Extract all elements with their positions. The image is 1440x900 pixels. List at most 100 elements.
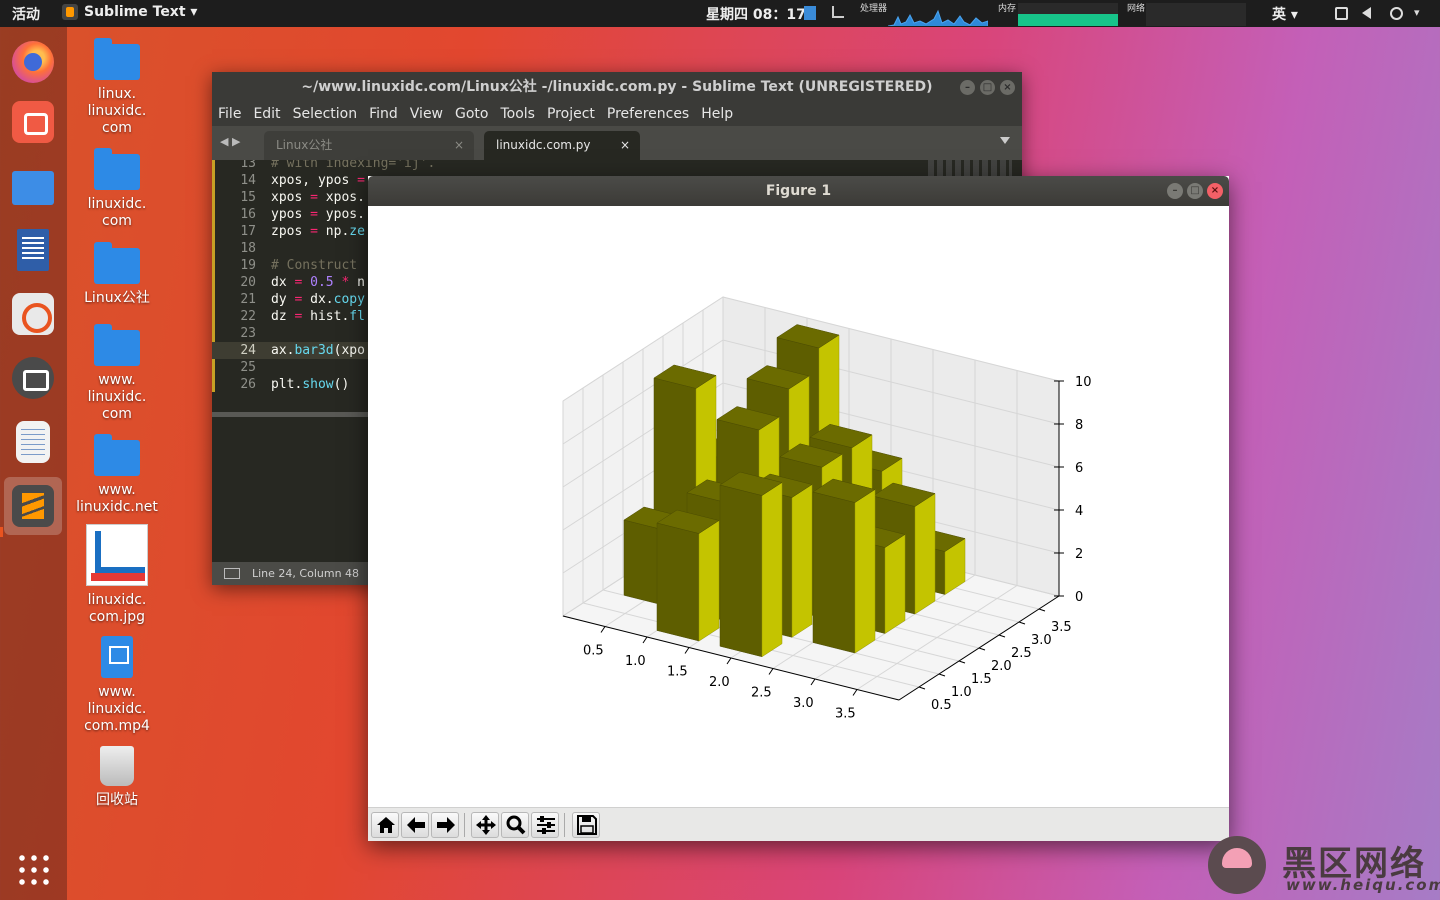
tab-close-icon[interactable]: × bbox=[620, 131, 630, 160]
watermark-logo-icon bbox=[1208, 836, 1266, 894]
firefox-icon bbox=[12, 41, 54, 83]
maximize-icon[interactable]: □ bbox=[980, 80, 995, 95]
zoom-button[interactable] bbox=[501, 812, 529, 838]
menu-find[interactable]: Find bbox=[369, 102, 398, 126]
power-icon[interactable] bbox=[1390, 7, 1403, 20]
line-number: 13 bbox=[240, 160, 256, 171]
minimize-icon[interactable]: – bbox=[960, 80, 975, 95]
files-icon bbox=[12, 171, 54, 205]
memory-graph bbox=[1018, 3, 1118, 26]
menu-project[interactable]: Project bbox=[547, 102, 595, 126]
code-text: zpos = np.ze bbox=[271, 224, 365, 239]
folder-icon bbox=[94, 242, 140, 284]
tab-close-icon[interactable]: × bbox=[454, 131, 464, 160]
dock-text-editor[interactable] bbox=[4, 413, 62, 471]
maximize-icon[interactable]: □ bbox=[1187, 183, 1203, 199]
dock-files[interactable] bbox=[4, 157, 62, 215]
input-method-menu[interactable]: 英 ▾ bbox=[1272, 4, 1298, 24]
z-tick-label: 10 bbox=[1075, 375, 1092, 390]
app-menu[interactable]: Sublime Text ▾ bbox=[62, 4, 197, 20]
back-button[interactable] bbox=[401, 812, 429, 838]
tab-linuxidc-py[interactable]: linuxidc.com.py × bbox=[484, 131, 640, 160]
y-tick-mark bbox=[938, 673, 946, 677]
bar bbox=[812, 478, 876, 654]
show-applications-icon[interactable] bbox=[16, 852, 50, 886]
home-button[interactable] bbox=[371, 812, 399, 838]
desktop-folder-www-linuxidc-net[interactable]: www. linuxidc.net bbox=[67, 434, 167, 516]
notification-icon[interactable] bbox=[804, 6, 816, 20]
desktop-file-linuxidc-jpg[interactable]: linuxidc. com.jpg bbox=[67, 524, 167, 626]
figure-canvas[interactable]: 0.5 1.0 1.5 2.0 2.5 3.0 3.5 0.5 1.0 1.5 2.0 2.5 3.0 3… bbox=[368, 206, 1229, 807]
x-tick-label: 3.0 bbox=[793, 696, 814, 711]
line-number: 20 bbox=[240, 275, 256, 290]
close-icon[interactable]: × bbox=[1000, 80, 1015, 95]
screen-icon[interactable] bbox=[1335, 7, 1348, 20]
desktop-icon-label: linux. linuxidc. com bbox=[87, 86, 147, 136]
desktop-file-linuxidc-mp4[interactable]: www. linuxidc. com.mp4 bbox=[67, 636, 167, 735]
x-tick-mark bbox=[600, 626, 606, 633]
dock-software[interactable] bbox=[4, 285, 62, 343]
menu-selection[interactable]: Selection bbox=[293, 102, 358, 126]
y-tick-mark bbox=[998, 634, 1006, 638]
bar-side-face bbox=[854, 489, 876, 654]
dock-camera[interactable] bbox=[4, 349, 62, 407]
system-monitor-icon[interactable] bbox=[832, 6, 844, 18]
code-text: ax.bar3d(xpo bbox=[271, 343, 365, 358]
code-line[interactable]: 13 # with indexing='ij'. bbox=[212, 160, 1022, 172]
pan-button[interactable] bbox=[471, 812, 499, 838]
figure-window-title: Figure 1 bbox=[765, 183, 832, 199]
zoom-icon bbox=[506, 815, 526, 835]
desktop-trash[interactable]: 回收站 bbox=[67, 746, 167, 809]
menu-edit[interactable]: Edit bbox=[253, 102, 280, 126]
line-number: 18 bbox=[240, 241, 256, 256]
figure-window[interactable]: Figure 1 – □ × 0.5 1.0 1.5 2.0 2.5 3.0 3.5 0.5 1… bbox=[368, 176, 1229, 841]
configure-subplots-button[interactable] bbox=[531, 812, 559, 838]
menu-goto[interactable]: Goto bbox=[455, 102, 488, 126]
bar-front-face bbox=[812, 491, 856, 654]
menu-help[interactable]: Help bbox=[701, 102, 733, 126]
cursor-position: Line 24, Column 48 bbox=[252, 567, 360, 580]
dock-firefox[interactable] bbox=[4, 33, 62, 91]
line-number: 16 bbox=[240, 207, 256, 222]
line-number: 15 bbox=[240, 190, 256, 205]
dock-sublime-text[interactable] bbox=[4, 477, 62, 535]
tab-list-dropdown-icon[interactable] bbox=[1000, 137, 1010, 144]
tab-linux-gongshe-go[interactable]: Linux公社 www.linuxidc.com.go × bbox=[264, 131, 474, 181]
save-button[interactable] bbox=[572, 812, 600, 838]
folder-icon bbox=[94, 38, 140, 80]
activities-button[interactable]: 活动 bbox=[12, 4, 40, 24]
camera-icon bbox=[12, 357, 54, 399]
code-text: # Construct bbox=[271, 258, 358, 273]
x-tick-mark bbox=[768, 668, 774, 675]
panel-toggle-icon[interactable] bbox=[224, 568, 240, 579]
bar3d-chart[interactable]: 0.51.01.52.02.53.03.50.51.01.52.02.53.03… bbox=[368, 206, 1229, 807]
x-tick-mark bbox=[852, 689, 858, 696]
desktop-folder-linux-gongshe[interactable]: Linux公社 bbox=[67, 242, 167, 307]
tab-nav-arrows-icon[interactable]: ◀ ▶ bbox=[220, 135, 240, 148]
desktop-folder-linuxidc-com[interactable]: linuxidc. com bbox=[67, 148, 167, 230]
close-icon[interactable]: × bbox=[1207, 183, 1223, 199]
forward-button[interactable] bbox=[431, 812, 459, 838]
menu-view[interactable]: View bbox=[410, 102, 443, 126]
menu-preferences[interactable]: Preferences bbox=[607, 102, 689, 126]
line-number: 26 bbox=[240, 377, 256, 392]
x-tick-label: 2.5 bbox=[751, 686, 772, 701]
desktop-folder-linux-linuxidc-com[interactable]: linux. linuxidc. com bbox=[67, 38, 167, 137]
y-tick-label: 2.5 bbox=[1011, 646, 1032, 661]
dock-shotwell[interactable] bbox=[4, 93, 62, 151]
bar-front-face bbox=[656, 522, 700, 642]
toolbar-separator bbox=[464, 813, 465, 837]
volume-icon[interactable] bbox=[1362, 7, 1371, 19]
x-tick-mark bbox=[642, 636, 648, 644]
desktop-folder-www-linuxidc-com[interactable]: www. linuxidc. com bbox=[67, 324, 167, 423]
minimize-icon[interactable]: – bbox=[1167, 183, 1183, 199]
system-menu-arrow-icon[interactable]: ▾ bbox=[1414, 6, 1427, 19]
menu-file[interactable]: File bbox=[218, 102, 241, 126]
clock[interactable]: 星期四 08：17 bbox=[706, 4, 806, 24]
dock-writer[interactable] bbox=[4, 221, 62, 279]
z-tick-label: 8 bbox=[1075, 418, 1083, 433]
figure-titlebar[interactable]: Figure 1 – □ × bbox=[368, 176, 1229, 206]
menu-tools[interactable]: Tools bbox=[500, 102, 535, 126]
sublime-titlebar[interactable]: ~/www.linuxidc.com/Linux公社 -/linuxidc.co… bbox=[212, 72, 1022, 102]
code-text: xpos = xpos. bbox=[271, 190, 365, 205]
